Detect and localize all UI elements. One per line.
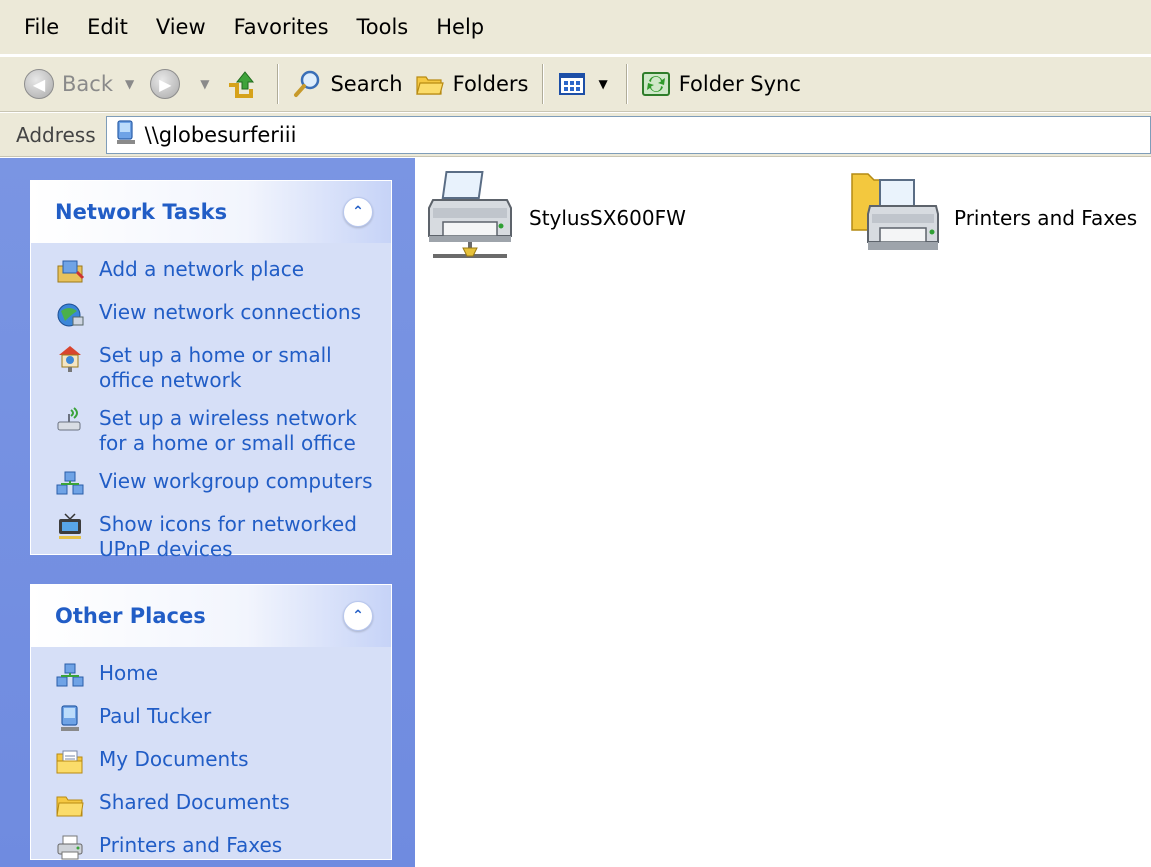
back-label: Back xyxy=(62,72,113,96)
search-label: Search xyxy=(330,72,403,96)
place-printers-faxes[interactable]: Printers and Faxes xyxy=(53,833,381,863)
collapse-icon[interactable]: ⌃ xyxy=(343,197,373,227)
back-button[interactable]: ◀ Back xyxy=(18,62,119,106)
place-label: Printers and Faxes xyxy=(99,833,283,857)
place-my-documents[interactable]: My Documents xyxy=(53,747,381,777)
address-bar: Address \\globesurferiii xyxy=(0,113,1151,157)
other-places-panel: Other Places ⌃ Home Paul Tucker My Docum… xyxy=(30,584,392,860)
add-network-place-icon xyxy=(53,257,87,287)
toolbar: ◀ Back ▼ ▶ ▼ Search Folders ▼ Folder Syn… xyxy=(0,56,1151,112)
my-documents-icon xyxy=(53,747,87,777)
address-input[interactable]: \\globesurferiii xyxy=(105,115,1151,154)
menu-file[interactable]: File xyxy=(8,15,73,39)
folder-icon xyxy=(53,790,87,820)
menu-tools[interactable]: Tools xyxy=(343,15,423,39)
menu-view[interactable]: View xyxy=(142,15,220,39)
place-label: Paul Tucker xyxy=(99,704,212,728)
toolbar-separator xyxy=(625,64,627,104)
task-view-workgroup-computers[interactable]: View workgroup computers xyxy=(53,469,381,499)
back-dropdown-icon[interactable]: ▼ xyxy=(125,77,134,91)
address-value: \\globesurferiii xyxy=(144,122,297,147)
task-label: Set up a wireless network for a home or … xyxy=(99,406,357,455)
place-label: Shared Documents xyxy=(99,790,290,814)
views-icon xyxy=(557,69,587,99)
folder-sync-label: Folder Sync xyxy=(678,72,801,96)
folder-sync-icon xyxy=(641,69,671,99)
collapse-icon[interactable]: ⌃ xyxy=(343,601,373,631)
menu-help[interactable]: Help xyxy=(422,15,498,39)
task-label: View workgroup computers xyxy=(99,469,373,493)
folders-icon xyxy=(415,69,445,99)
network-tasks-panel: Network Tasks ⌃ Add a network place View… xyxy=(30,180,392,561)
upnp-devices-icon xyxy=(53,512,87,542)
forward-dropdown-icon[interactable]: ▼ xyxy=(200,77,209,91)
place-label: Home xyxy=(99,661,159,685)
menu-bar: File Edit View Favorites Tools Help xyxy=(0,0,1151,54)
network-connections-icon xyxy=(53,300,87,330)
network-tasks-list: Add a network place View network connect… xyxy=(31,243,391,587)
place-home[interactable]: Home xyxy=(53,661,381,691)
task-show-upnp-icons[interactable]: Show icons for networked UPnP devices xyxy=(53,512,381,562)
menu-favorites[interactable]: Favorites xyxy=(220,15,343,39)
task-label: Set up a home or small office network xyxy=(99,343,332,392)
home-network-icon xyxy=(53,343,87,373)
up-button[interactable] xyxy=(219,62,269,106)
computer-icon xyxy=(53,704,87,734)
place-paul-tucker[interactable]: Paul Tucker xyxy=(53,704,381,734)
back-arrow-icon: ◀ xyxy=(24,69,54,99)
up-folder-icon xyxy=(225,69,255,99)
forward-arrow-icon: ▶ xyxy=(150,69,181,99)
forward-button[interactable]: ▶ xyxy=(144,62,194,106)
task-pane: Network Tasks ⌃ Add a network place View… xyxy=(0,158,415,867)
folders-button[interactable]: Folders xyxy=(409,62,535,106)
place-label: My Documents xyxy=(99,747,249,771)
network-printer-icon xyxy=(425,168,515,268)
folder-sync-button[interactable]: Folder Sync xyxy=(635,62,807,106)
printers-faxes-icon xyxy=(53,833,87,863)
item-network-printer[interactable]: StylusSX600FW xyxy=(425,168,686,268)
task-label: View network connections xyxy=(99,300,362,324)
folders-label: Folders xyxy=(452,72,529,96)
home-network-place-icon xyxy=(53,661,87,691)
other-places-header[interactable]: Other Places ⌃ xyxy=(31,585,391,647)
network-tasks-header[interactable]: Network Tasks ⌃ xyxy=(31,181,391,243)
workgroup-computers-icon xyxy=(53,469,87,499)
item-label: StylusSX600FW xyxy=(529,206,686,230)
wireless-network-icon xyxy=(53,406,87,436)
item-printers-faxes-folder[interactable]: Printers and Faxes xyxy=(850,170,1137,266)
views-button[interactable]: ▼ xyxy=(551,62,617,106)
toolbar-separator xyxy=(542,64,544,104)
task-label: Add a network place xyxy=(99,257,305,281)
task-add-network-place[interactable]: Add a network place xyxy=(53,257,381,287)
other-places-title: Other Places xyxy=(55,604,206,628)
toolbar-separator xyxy=(277,64,279,104)
menu-edit[interactable]: Edit xyxy=(73,15,142,39)
address-label: Address xyxy=(16,122,96,147)
search-icon xyxy=(292,69,322,99)
printers-folder-icon xyxy=(850,170,940,266)
other-places-list: Home Paul Tucker My Documents Shared Doc… xyxy=(31,647,391,867)
network-tasks-title: Network Tasks xyxy=(55,200,228,224)
task-wireless-network[interactable]: Set up a wireless network for a home or … xyxy=(53,406,381,456)
item-label: Printers and Faxes xyxy=(954,206,1138,230)
search-button[interactable]: Search xyxy=(286,62,408,106)
views-dropdown-icon: ▼ xyxy=(598,77,608,91)
place-shared-documents[interactable]: Shared Documents xyxy=(53,790,381,820)
task-label: Show icons for networked UPnP devices xyxy=(99,512,357,561)
task-home-office-network[interactable]: Set up a home or small office network xyxy=(53,343,381,393)
network-computer-icon xyxy=(115,119,137,150)
task-view-network-connections[interactable]: View network connections xyxy=(53,300,381,330)
